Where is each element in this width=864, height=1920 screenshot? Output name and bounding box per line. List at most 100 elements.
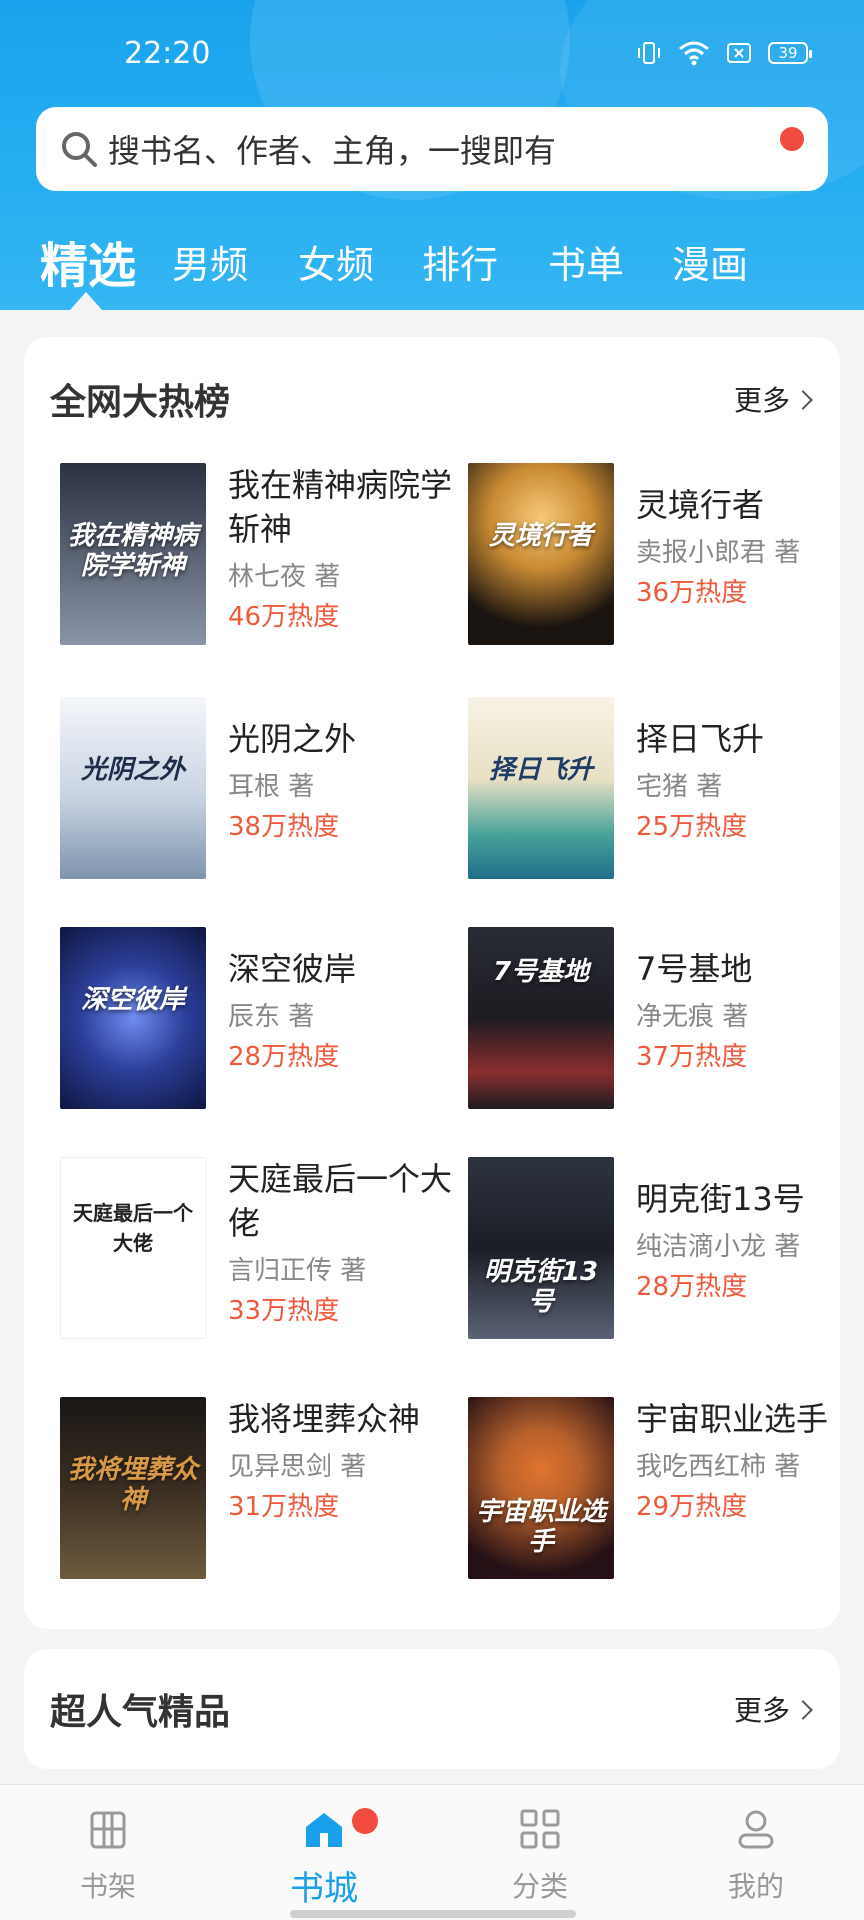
- bottom-nav: 书架 书城 分类 我的: [0, 1784, 864, 1920]
- vibrate-icon: [638, 42, 660, 64]
- chevron-right-icon: [793, 1700, 813, 1720]
- book-heat: 25万热度: [636, 812, 748, 842]
- tab-booklist[interactable]: 书单: [548, 234, 624, 289]
- book-cover: 天庭最后一个大佬: [60, 1157, 206, 1339]
- tab-indicator: [70, 292, 102, 310]
- book-heat: 46万热度: [228, 602, 340, 632]
- book-item[interactable]: 灵境行者 灵境行者 卖报小郎君 著 36万热度: [468, 463, 864, 653]
- status-bar: 22:20 39: [0, 0, 864, 108]
- book-item[interactable]: 宇宙职业选手 宇宙职业选手 我吃西红柿 著 29万热度: [468, 1397, 864, 1587]
- book-author: 言归正传 著: [228, 1256, 367, 1286]
- book-cover: 我在精神病院学斩神: [60, 463, 206, 645]
- status-icons: 39: [636, 40, 812, 66]
- book-author: 净无痕 著: [636, 1002, 749, 1032]
- nav-label: 书城: [290, 1869, 358, 1909]
- cover-title: 明克街13号: [483, 1257, 599, 1317]
- chevron-right-icon: [793, 390, 813, 410]
- book-cover: 明克街13号: [468, 1157, 614, 1339]
- book-item[interactable]: 7号基地 7号基地 净无痕 著 37万热度: [468, 927, 864, 1117]
- book-item[interactable]: 我将埋葬众神 我将埋葬众神 见异思剑 著 31万热度: [60, 1397, 460, 1587]
- grid-icon: [520, 1809, 560, 1849]
- nav-bookshelf[interactable]: 书架: [48, 1805, 168, 1905]
- cover-title: 择日飞升: [488, 755, 593, 785]
- book-author: 林七夜 著: [228, 562, 341, 592]
- book-author: 卖报小郎君 著: [636, 538, 801, 568]
- book-cover: 宇宙职业选手: [468, 1397, 614, 1579]
- cover-title: 天庭最后一个大佬: [73, 1201, 193, 1255]
- book-item[interactable]: 深空彼岸 深空彼岸 辰东 著 28万热度: [60, 927, 460, 1117]
- user-icon: [738, 1810, 774, 1849]
- book-author: 见异思剑 著: [228, 1452, 367, 1482]
- more-link[interactable]: 更多: [733, 1689, 813, 1729]
- notification-dot: [352, 1808, 378, 1834]
- search-bar[interactable]: 搜书名、作者、主角，一搜即有: [36, 107, 828, 191]
- book-cover: 我将埋葬众神: [60, 1397, 206, 1579]
- book-author: 我吃西红柿 著: [636, 1452, 801, 1482]
- book-cover: 光阴之外: [60, 697, 206, 879]
- book-title: 明克街13号: [636, 1180, 805, 1218]
- book-heat: 31万热度: [228, 1492, 340, 1522]
- tab-ranking[interactable]: 排行: [422, 234, 498, 289]
- nav-label: 书架: [79, 1870, 136, 1903]
- nav-profile[interactable]: 我的: [696, 1805, 816, 1905]
- book-cover: 7号基地: [468, 927, 614, 1109]
- book-heat: 36万热度: [636, 578, 748, 608]
- book-heat: 29万热度: [636, 1492, 748, 1522]
- book-item[interactable]: 光阴之外 光阴之外 耳根 著 38万热度: [60, 697, 460, 887]
- book-heat: 33万热度: [228, 1296, 340, 1326]
- cover-title: 光阴之外: [80, 755, 185, 785]
- tab-comics[interactable]: 漫画: [672, 234, 748, 289]
- book-title: 光阴之外: [228, 720, 357, 758]
- book-title: 择日飞升: [636, 720, 765, 758]
- cover-title: 我在精神病院学斩神: [67, 521, 198, 581]
- battery-indicator: 39: [768, 42, 812, 64]
- cover-title: 灵境行者: [488, 521, 593, 551]
- cover-title: 深空彼岸: [80, 985, 185, 1015]
- book-title: 我在精神病院学斩神: [228, 466, 453, 548]
- book-cover: 灵境行者: [468, 463, 614, 645]
- more-link[interactable]: 更多: [733, 379, 813, 419]
- cover-title: 我将埋葬众神: [67, 1455, 198, 1515]
- section-title: 全网大热榜: [50, 382, 231, 423]
- book-title: 灵境行者: [636, 486, 765, 524]
- nav-categories[interactable]: 分类: [480, 1805, 600, 1905]
- book-author: 辰东 著: [228, 1002, 315, 1032]
- book-cover: 深空彼岸: [60, 927, 206, 1109]
- tab-featured[interactable]: 精选: [40, 226, 136, 296]
- book-item[interactable]: 明克街13号 明克街13号 纯洁滴小龙 著 28万热度: [468, 1157, 864, 1347]
- notification-dot: [780, 127, 804, 151]
- tab-male[interactable]: 男频: [172, 234, 248, 289]
- book-author: 纯洁滴小龙 著: [636, 1232, 801, 1262]
- book-heat: 28万热度: [228, 1042, 340, 1072]
- book-title: 我将埋葬众神: [228, 1400, 421, 1438]
- wifi-icon: [679, 41, 709, 66]
- section-title: 超人气精品: [50, 1692, 231, 1733]
- book-heat: 28万热度: [636, 1272, 748, 1302]
- book-item[interactable]: 择日飞升 择日飞升 宅猪 著 25万热度: [468, 697, 864, 887]
- more-label: 更多: [733, 1694, 790, 1727]
- popular-card: 超人气精品 更多: [24, 1649, 840, 1769]
- book-heat: 37万热度: [636, 1042, 748, 1072]
- home-indicator[interactable]: [290, 1910, 576, 1918]
- book-title: 深空彼岸: [228, 950, 357, 988]
- search-icon: [62, 132, 97, 167]
- category-tabs: 精选 男频 女频 排行 书单 漫画: [0, 226, 864, 296]
- book-title: 宇宙职业选手: [636, 1400, 829, 1438]
- book-title: 天庭最后一个大佬: [228, 1160, 453, 1242]
- book-author: 宅猪 著: [636, 772, 723, 802]
- nav-label: 我的: [727, 1870, 784, 1903]
- hot-list-card: 全网大热榜 更多 我在精神病院学斩神 我在精神病院学斩神 林七夜 著 46万热度…: [24, 337, 840, 1629]
- tab-female[interactable]: 女频: [298, 234, 374, 289]
- book-item[interactable]: 天庭最后一个大佬 天庭最后一个大佬 言归正传 著 33万热度: [60, 1157, 460, 1347]
- book-cover: 择日飞升: [468, 697, 614, 879]
- book-item[interactable]: 我在精神病院学斩神 我在精神病院学斩神 林七夜 著 46万热度: [60, 463, 460, 653]
- more-label: 更多: [733, 384, 790, 417]
- book-title: 7号基地: [636, 950, 753, 988]
- bookshelf-icon: [90, 1811, 126, 1849]
- search-placeholder: 搜书名、作者、主角，一搜即有: [108, 132, 557, 170]
- book-author: 耳根 著: [228, 772, 315, 802]
- sim-icon: [727, 43, 751, 63]
- status-time: 22:20: [124, 36, 211, 71]
- cover-title: 宇宙职业选手: [475, 1497, 606, 1557]
- book-heat: 38万热度: [228, 812, 340, 842]
